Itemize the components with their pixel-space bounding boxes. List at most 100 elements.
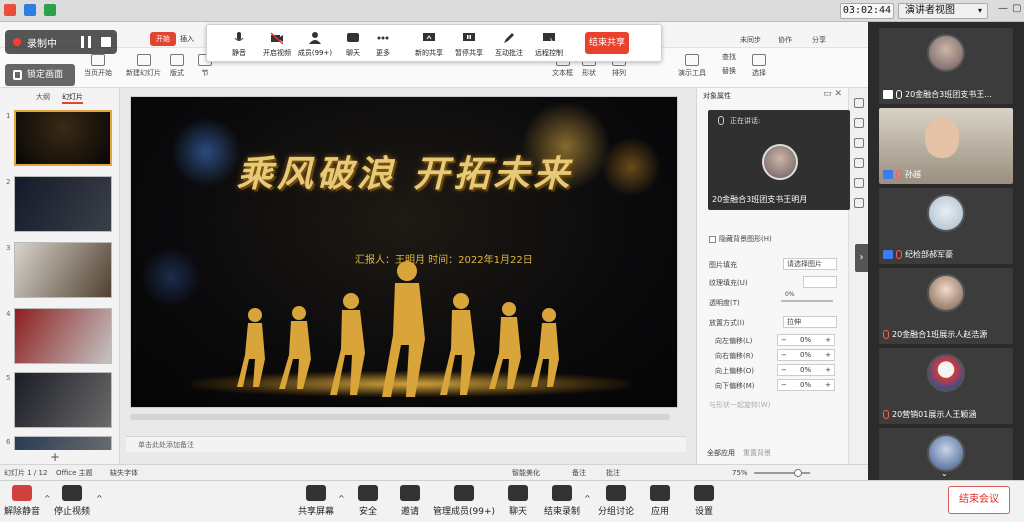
plus-icon[interactable]: + (825, 380, 831, 390)
slide-thumbnail[interactable]: 3 (4, 242, 116, 300)
participant-tile[interactable]: 孙越 (879, 108, 1013, 184)
meeting-button-label: 结束录制 (543, 507, 580, 517)
slide-thumbnail[interactable]: 2 (4, 176, 116, 234)
offset-up-stepper[interactable]: − 0% + (777, 364, 835, 376)
collapse-panel-icon[interactable]: › (855, 244, 868, 272)
tab-insert[interactable]: 插入 (180, 34, 194, 44)
beautify-button[interactable]: 智能美化 (512, 465, 540, 481)
slide-thumbnail[interactable]: 1 (4, 110, 116, 168)
missing-font-button[interactable]: 缺失字体 (110, 465, 138, 481)
hide-bg-checkbox[interactable]: 隐藏背景图形(H) (709, 234, 772, 244)
texture-select[interactable] (803, 276, 837, 288)
plus-icon[interactable]: + (825, 335, 831, 345)
app-icon-red[interactable] (4, 4, 16, 16)
participant-tile[interactable]: 20金融合3班团支书王... (879, 28, 1013, 104)
pause-icon[interactable] (81, 36, 91, 48)
notes-toggle[interactable]: 备注 (572, 465, 586, 481)
annotate-button[interactable]: 互动批注 (491, 31, 527, 58)
lock-screen-button[interactable]: 锁定画面 (5, 64, 75, 86)
gear-icon[interactable] (853, 178, 864, 188)
speaking-indicator: 正在讲话: 20金融合3班团支书王明月 (708, 110, 850, 210)
add-slide-icon[interactable]: + (50, 450, 60, 464)
location-icon[interactable] (853, 198, 864, 208)
new-share-button[interactable]: 新的共享 (411, 31, 447, 58)
notes-field[interactable]: 单击此处添加备注 (126, 436, 686, 452)
shield-icon[interactable] (24, 4, 36, 16)
slide-number: 1 (6, 112, 11, 120)
minus-icon[interactable]: − (781, 380, 787, 390)
thumbnail-image (14, 308, 112, 364)
stop-video-button[interactable]: 停止视频 (44, 485, 100, 517)
plus-icon[interactable]: + (825, 365, 831, 375)
offset-right-stepper[interactable]: − 0% + (777, 349, 835, 361)
share-doc-button[interactable]: 分享 (812, 35, 826, 45)
participant-name: 纪检部郝军豪 (905, 250, 953, 259)
stop-icon[interactable] (101, 37, 111, 47)
remote-control-button[interactable]: 远程控制 (531, 31, 567, 58)
participant-tile[interactable]: 20营销01展示人王颖涵 (879, 348, 1013, 424)
tab-slides[interactable]: 幻灯片 (62, 92, 83, 104)
tab-outline[interactable]: 大纲 (36, 92, 50, 104)
copy-icon[interactable] (853, 138, 864, 148)
minus-icon[interactable]: − (781, 335, 787, 345)
minimize-icon[interactable]: — (998, 3, 1008, 14)
ribbon-button-select[interactable]: 选择 (752, 54, 766, 78)
pin-icon[interactable] (853, 118, 864, 128)
participant-tile[interactable]: ⌄ (879, 428, 1013, 480)
more-button[interactable]: 更多 (365, 31, 401, 58)
offset-down-stepper[interactable]: − 0% + (777, 379, 835, 391)
offset-left-stepper[interactable]: − 0% + (777, 334, 835, 346)
ribbon-button-replace[interactable]: 替换 (722, 66, 736, 76)
chevron-up-icon[interactable]: ^ (96, 494, 103, 503)
reset-bg-button[interactable]: 重置背景 (743, 448, 771, 458)
panel-window-buttons[interactable]: ▭ ✕ (823, 89, 842, 99)
view-mode-select[interactable]: 演讲者视图 ▾ (898, 3, 988, 19)
ribbon-button-present-tools[interactable]: 演示工具 (678, 54, 706, 78)
collab-button[interactable]: 协作 (778, 35, 792, 45)
place-select[interactable]: 拉伸 (783, 316, 837, 328)
participant-tile[interactable]: 20金融合1班展示人赵浩源 (879, 268, 1013, 344)
ribbon-button-label: 选择 (752, 69, 766, 77)
end-record-button[interactable]: 结束录制 (534, 485, 590, 517)
slide-canvas[interactable]: 乘风破浪 开拓未来 汇报人：王明月 时间：2022年1月22日 (130, 96, 678, 408)
end-share-button[interactable]: 结束共享 (585, 32, 629, 54)
tab-start[interactable]: 开始 (150, 32, 176, 46)
members-button[interactable]: 成员(99+) (297, 31, 333, 58)
minus-icon[interactable]: − (781, 365, 787, 375)
apply-all-button[interactable]: 全部应用 (707, 448, 735, 458)
participant-tile[interactable]: 纪检部郝军豪 (879, 188, 1013, 264)
end-meeting-button[interactable]: 结束会议 (948, 486, 1010, 514)
fill-select[interactable]: 请选择图片 (783, 258, 837, 270)
horizontal-scrollbar[interactable] (130, 414, 670, 420)
close-icon[interactable]: ▢ (1012, 3, 1021, 14)
rotate-with-checkbox[interactable]: 与形状一起旋转(W) (709, 400, 770, 410)
participant-name: 孙越 (905, 170, 921, 179)
slide-thumbnail[interactable]: 6 (4, 436, 116, 450)
property-icon[interactable] (853, 98, 864, 108)
unmute-button[interactable]: 解除静音 (0, 485, 50, 517)
slide-number: 3 (6, 244, 11, 252)
ribbon-button-layout[interactable]: 版式 (170, 54, 184, 78)
mute-button[interactable]: 静音 (221, 31, 257, 58)
ribbon-button-new-slide[interactable]: 新建幻灯片 (126, 54, 161, 78)
ribbon-button-from-current[interactable]: 当页开始 (84, 54, 112, 78)
zoom-knob[interactable] (794, 469, 802, 477)
comments-toggle[interactable]: 批注 (606, 465, 620, 481)
zoom-slider[interactable] (754, 469, 810, 477)
help-icon[interactable] (853, 158, 864, 168)
transparency-slider[interactable] (781, 300, 833, 302)
microphone-muted-icon (883, 330, 889, 339)
video-button[interactable]: 开启视频 (259, 31, 295, 58)
signal-icon[interactable] (44, 4, 56, 16)
pause-share-button[interactable]: 暂停共享 (451, 31, 487, 58)
scroll-down-icon[interactable]: ⌄ (941, 469, 948, 478)
sync-status[interactable]: 未同步 (740, 35, 761, 45)
plus-icon[interactable]: + (825, 350, 831, 360)
share-screen-button[interactable]: 共享屏幕 (288, 485, 344, 517)
settings-button[interactable]: 设置 (676, 485, 732, 517)
microphone-muted-icon (896, 170, 902, 179)
minus-icon[interactable]: − (781, 350, 787, 360)
slide-thumbnail[interactable]: 4 (4, 308, 116, 366)
ribbon-button-find[interactable]: 查找 (722, 52, 736, 62)
slide-thumbnail[interactable]: 5 (4, 372, 116, 430)
